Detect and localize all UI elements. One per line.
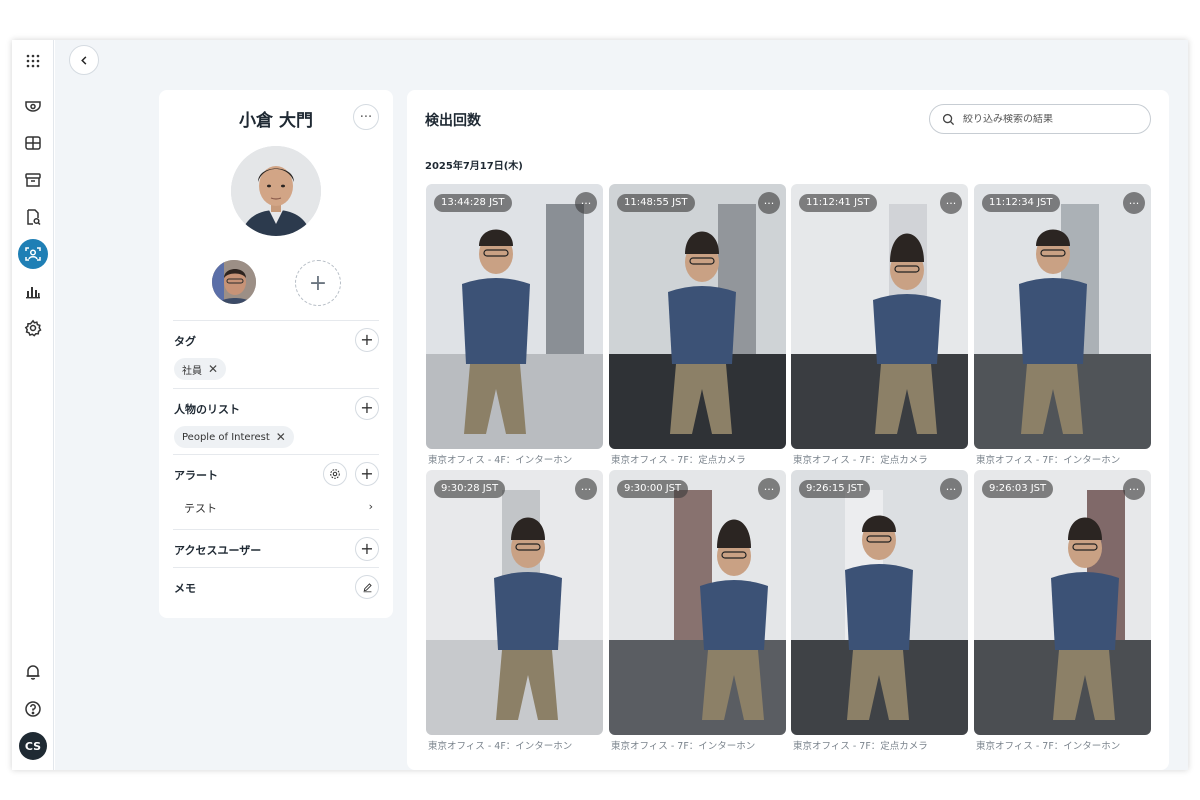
user-avatar[interactable]: CS [19,732,47,760]
chevron-left-icon [80,55,86,65]
add-alert-button[interactable]: + [355,462,379,486]
detection-timestamp: 13:44:28 JST [434,194,512,212]
gear-icon [330,469,340,479]
detection-snapshot [426,184,603,449]
detection-snapshot [426,470,603,735]
detection-timestamp: 11:12:34 JST [982,194,1060,212]
help-icon[interactable] [18,694,48,724]
detection-location: 東京オフィス - 7F：インターホン [976,741,1121,752]
video-wall-icon[interactable] [18,128,48,158]
detection-date: 2025年7月17日(木) [425,161,523,172]
detections-panel: 検出回数 2025年7月17日(木) 13:44:28 JST ··· 東京オフィス… [407,90,1169,770]
detection-location: 東京オフィス - 7F：定点カメラ [793,741,928,752]
search-box[interactable] [929,104,1151,134]
person-list-chip: People of Interest ✕ [174,426,294,448]
card-more-icon[interactable]: ··· [575,478,597,500]
detection-location: 東京オフィス - 4F：インターホン [428,455,573,466]
detection-snapshot [974,470,1151,735]
remove-person-list-icon[interactable]: ✕ [276,430,286,444]
main-content: 小倉 大門 ··· + タグ + 社員 ✕ 人物のリスト + People of… [55,40,1188,770]
alert-item-label: テスト [184,502,217,515]
memo-title: メモ [174,582,196,595]
alerts-title: アラート [174,469,218,482]
detection-card[interactable]: 11:12:41 JST ··· [791,184,968,449]
card-more-icon[interactable]: ··· [940,478,962,500]
detections-title: 検出回数 [425,113,481,129]
detection-location: 東京オフィス - 7F：定点カメラ [793,455,928,466]
detection-snapshot [974,184,1151,449]
alerts-section: アラート + テスト › [173,454,379,529]
detection-card[interactable]: 9:30:00 JST ··· [609,470,786,735]
detection-card[interactable]: 11:12:34 JST ··· [974,184,1151,449]
detection-card[interactable]: 9:26:03 JST ··· [974,470,1151,735]
add-photo-button[interactable]: + [295,260,341,306]
memo-section: メモ [173,567,379,607]
profile-more-button[interactable]: ··· [353,104,379,130]
detection-snapshot [791,470,968,735]
detection-card[interactable]: 13:44:28 JST ··· [426,184,603,449]
card-more-icon[interactable]: ··· [940,192,962,214]
back-button[interactable] [69,45,99,75]
settings-gear-icon[interactable] [18,313,48,343]
tags-title: タグ [174,335,196,348]
detection-snapshot [791,184,968,449]
detection-location: 東京オフィス - 4F：インターホン [428,741,573,752]
person-lists-title: 人物のリスト [174,403,240,416]
chevron-right-icon: › [368,500,373,513]
tags-section: タグ + 社員 ✕ [173,320,379,388]
plus-icon: + [360,464,374,483]
tag-chip: 社員 ✕ [174,358,227,380]
alert-item[interactable]: テスト › [184,500,373,516]
plus-icon: + [360,398,374,417]
search-icon [942,113,955,125]
access-users-section: アクセスユーザー + [173,529,379,567]
alert-settings-button[interactable] [323,462,347,486]
person-list-chip-label: People of Interest [182,431,270,443]
plus-icon: + [360,330,374,349]
card-more-icon[interactable]: ··· [758,478,780,500]
person-lists-section: 人物のリスト + People of Interest ✕ [173,388,379,454]
tag-chip-label: 社員 [182,365,202,377]
detection-timestamp: 9:26:15 JST [799,480,871,498]
face-recognition-icon[interactable] [18,239,48,269]
report-search-icon[interactable] [18,202,48,232]
detection-timestamp: 11:48:55 JST [617,194,695,212]
detection-timestamp: 9:26:03 JST [982,480,1054,498]
card-more-icon[interactable]: ··· [1123,192,1145,214]
profile-panel: 小倉 大門 ··· + タグ + 社員 ✕ 人物のリスト + People of… [159,90,393,618]
detection-card[interactable]: 9:30:28 JST ··· [426,470,603,735]
apps-grid-icon[interactable] [18,46,48,76]
app-window: CS 小倉 大門 ··· + タグ + 社員 ✕ 人物のリスト + People… [12,40,1188,770]
card-more-icon[interactable]: ··· [758,192,780,214]
edit-memo-button[interactable] [355,575,379,599]
detection-timestamp: 11:12:41 JST [799,194,877,212]
archive-icon[interactable] [18,165,48,195]
pencil-icon [363,582,372,592]
add-person-list-button[interactable]: + [355,396,379,420]
card-more-icon[interactable]: ··· [1123,478,1145,500]
analytics-chart-icon[interactable] [18,276,48,306]
detection-snapshot [609,470,786,735]
detection-card[interactable]: 9:26:15 JST ··· [791,470,968,735]
add-tag-button[interactable]: + [355,328,379,352]
card-more-icon[interactable]: ··· [575,192,597,214]
remove-tag-icon[interactable]: ✕ [208,362,218,376]
search-input[interactable] [963,113,1143,125]
detection-location: 東京オフィス - 7F：インターホン [976,455,1121,466]
camera-dome-icon[interactable] [18,91,48,121]
detection-timestamp: 9:30:28 JST [434,480,506,498]
detection-location: 東京オフィス - 7F：定点カメラ [611,455,746,466]
detection-timestamp: 9:30:00 JST [617,480,689,498]
add-access-user-button[interactable]: + [355,537,379,561]
nav-rail: CS [12,40,54,770]
notification-bell-icon[interactable] [18,657,48,687]
detection-card[interactable]: 11:48:55 JST ··· [609,184,786,449]
detection-location: 東京オフィス - 7F：インターホン [611,741,756,752]
plus-icon: + [360,539,374,558]
detection-snapshot [609,184,786,449]
profile-main-photo[interactable] [231,146,321,236]
profile-thumbnail-photo[interactable] [212,260,256,304]
access-users-title: アクセスユーザー [174,544,262,557]
